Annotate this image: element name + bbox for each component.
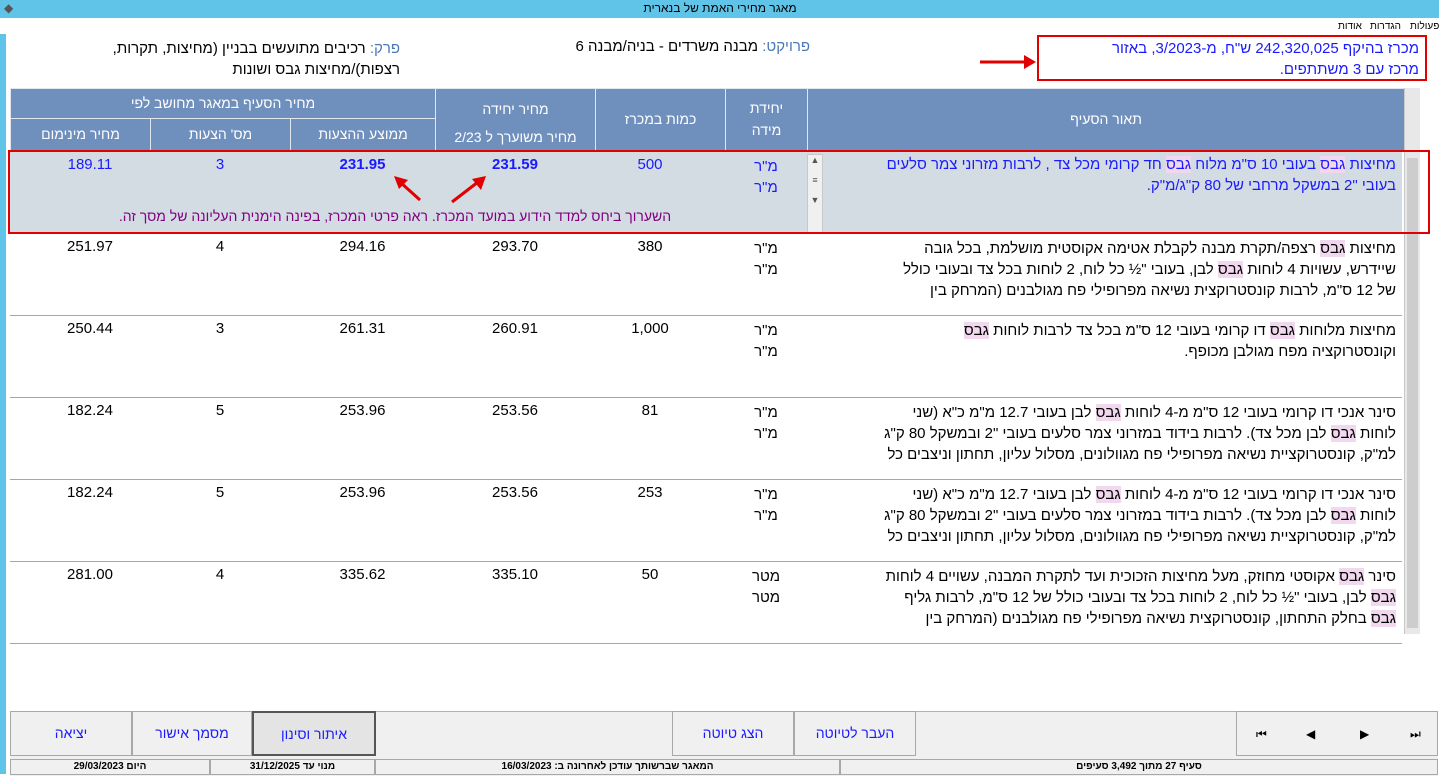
cell-unit: מ"ר מ"ר <box>754 322 778 360</box>
cell-description: מחיצות מלוחות גבס דו קרומי בעובי 12 ס"מ … <box>963 322 1396 360</box>
cell-min-price: 251.97 <box>67 238 113 255</box>
table-row[interactable]: 182.24 5 253.96 253.56 253 מ"ר מ"ר סינר א… <box>10 480 1402 562</box>
cell-unit: מ"ר מ"ר <box>754 486 778 524</box>
cell-num-bids: 5 <box>215 402 225 419</box>
cell-num-bids: 4 <box>215 238 225 255</box>
project-info: פרויקט: מבנה משרדים - בניה/מבנה 6 <box>470 38 810 55</box>
header-quantity[interactable]: כמות במכרז <box>595 88 725 150</box>
cell-unit-price: 293.70 <box>492 238 538 255</box>
cell-quantity: 253 <box>637 484 663 501</box>
table-row[interactable]: 250.44 3 261.31 260.91 1,000 מ"ר מ"ר מחיצ… <box>10 316 1402 398</box>
cell-min-price: 182.24 <box>67 484 113 501</box>
title-bar: ◆ מאגר מחירי האמת של בנארית <box>0 0 1439 18</box>
header-description[interactable]: תאור הסעיף <box>807 88 1404 150</box>
status-updated: המאגר שברשותך עודכן לאחרונה ב: 16/03/202… <box>375 759 840 775</box>
selected-row-highlight <box>8 150 1430 234</box>
header-unit[interactable]: יחידת מידה <box>725 88 807 150</box>
prev-record-icon[interactable]: ◀ <box>1306 727 1315 741</box>
cell-min-price: 182.24 <box>67 402 113 419</box>
cell-unit: מ"ר מ"ר <box>754 240 778 278</box>
approval-doc-button[interactable]: מסמך אישור <box>132 711 252 756</box>
callout-arrow <box>980 55 1036 69</box>
chapter-value-line2: רצפות)/מחיצות גבס ושונות <box>232 61 400 78</box>
cell-min-price: 250.44 <box>67 320 113 337</box>
cell-min-price: 281.00 <box>67 566 113 583</box>
show-draft-button[interactable]: הצג טיוטה <box>672 711 794 756</box>
tender-info-line2: מרכז עם 3 משתתפים. <box>1279 61 1419 78</box>
cell-avg-bids: 294.16 <box>339 238 386 255</box>
next-record-icon[interactable]: ▶ <box>1360 727 1369 741</box>
cell-avg-bids: 335.62 <box>339 566 386 583</box>
cell-unit-price: 253.56 <box>492 402 538 419</box>
arrow-to-avg <box>394 176 422 202</box>
window-title: מאגר מחירי האמת של בנארית <box>643 1 797 15</box>
cell-unit: מ"ר מ"ר <box>754 404 778 442</box>
cell-num-bids: 5 <box>215 484 225 501</box>
header-min-price[interactable]: מחיר מינימום <box>10 118 150 150</box>
table-row[interactable]: 251.97 4 294.16 293.70 380 מ"ר מ"ר מחיצות… <box>10 234 1402 316</box>
header-db-price: מחיר הסעיף במאגר מחושב לפי <box>10 88 435 118</box>
cell-unit-price: 335.10 <box>492 566 538 583</box>
header-unit-price[interactable]: מחיר יחידה מחיר משוערך ל 2/23 <box>435 88 595 150</box>
app-icon: ◆ <box>4 1 14 15</box>
cell-quantity: 81 <box>641 402 659 419</box>
chapter-info: פרק: רכיבים מתועשים בבניין (מחיצות, תקרו… <box>10 38 400 80</box>
menu-bar: פעולות הגדרות אודות <box>0 18 1439 34</box>
cell-num-bids: 4 <box>215 566 225 583</box>
cell-unit: מטר מטר <box>751 568 781 606</box>
menu-settings[interactable]: הגדרות <box>1370 21 1401 32</box>
exit-button[interactable]: יציאה <box>10 711 132 756</box>
filter-button[interactable]: איתור וסינון <box>252 711 376 756</box>
tender-info-line1: מכרז בהיקף 242,320,025 ש"ח, מ-3/2023, בא… <box>1112 40 1419 57</box>
cell-description: סינר אנכי דו קרומי בעובי 12 ס"מ מ-4 לוחו… <box>884 404 1396 463</box>
cell-description: סינר אנכי דו קרומי בעובי 12 ס"מ מ-4 לוחו… <box>884 486 1396 545</box>
status-subscription: מנוי עד 31/12/2025 <box>210 759 375 775</box>
header-avg-bids[interactable]: ממוצע ההצעות <box>290 118 435 150</box>
arrow-to-unit-price <box>451 176 486 204</box>
project-value: מבנה משרדים - בניה/מבנה 6 <box>575 38 759 55</box>
cell-avg-bids: 253.96 <box>339 484 386 501</box>
chapter-label: פרק: <box>369 40 400 57</box>
project-label: פרויקט: <box>762 38 810 55</box>
last-record-icon[interactable]: ⏭ <box>1410 727 1421 742</box>
cell-avg-bids: 261.31 <box>339 320 386 337</box>
cell-unit-price: 260.91 <box>492 320 538 337</box>
cell-quantity: 1,000 <box>631 320 669 337</box>
cell-avg-bids: 253.96 <box>339 402 386 419</box>
table-row[interactable]: 281.00 4 335.62 335.10 50 מטר מטר סינר גב… <box>10 562 1402 644</box>
window-left-border <box>0 34 6 774</box>
first-record-icon[interactable]: ⏮ <box>1256 727 1267 742</box>
tender-info-box: מכרז בהיקף 242,320,025 ש"ח, מ-3/2023, בא… <box>1037 35 1427 81</box>
cell-quantity: 50 <box>641 566 659 583</box>
status-today: היום 29/03/2023 <box>10 759 210 775</box>
cell-description: מחיצות גבס רצפה/תקרת מבנה לקבלת אטימה אק… <box>903 240 1396 299</box>
cell-num-bids: 3 <box>215 320 225 337</box>
table-row[interactable]: 182.24 5 253.96 253.56 81 מ"ר מ"ר סינר אנ… <box>10 398 1402 480</box>
chapter-value-line1: רכיבים מתועשים בבניין (מחיצות, תקרות, <box>112 40 366 57</box>
status-record-count: סעיף 27 מתוך 3,492 סעיפים <box>840 759 1438 775</box>
move-to-draft-button[interactable]: העבר לטיוטה <box>794 711 916 756</box>
cell-description: סינר גבס אקוסטי מחוזק, מעל מחיצות הזכוכי… <box>885 568 1396 627</box>
cell-unit-price: 253.56 <box>492 484 538 501</box>
header-num-bids[interactable]: מס' הצעות <box>150 118 290 150</box>
cell-quantity: 380 <box>637 238 663 255</box>
menu-about[interactable]: אודות <box>1338 21 1362 32</box>
menu-actions[interactable]: פעולות <box>1410 21 1439 32</box>
